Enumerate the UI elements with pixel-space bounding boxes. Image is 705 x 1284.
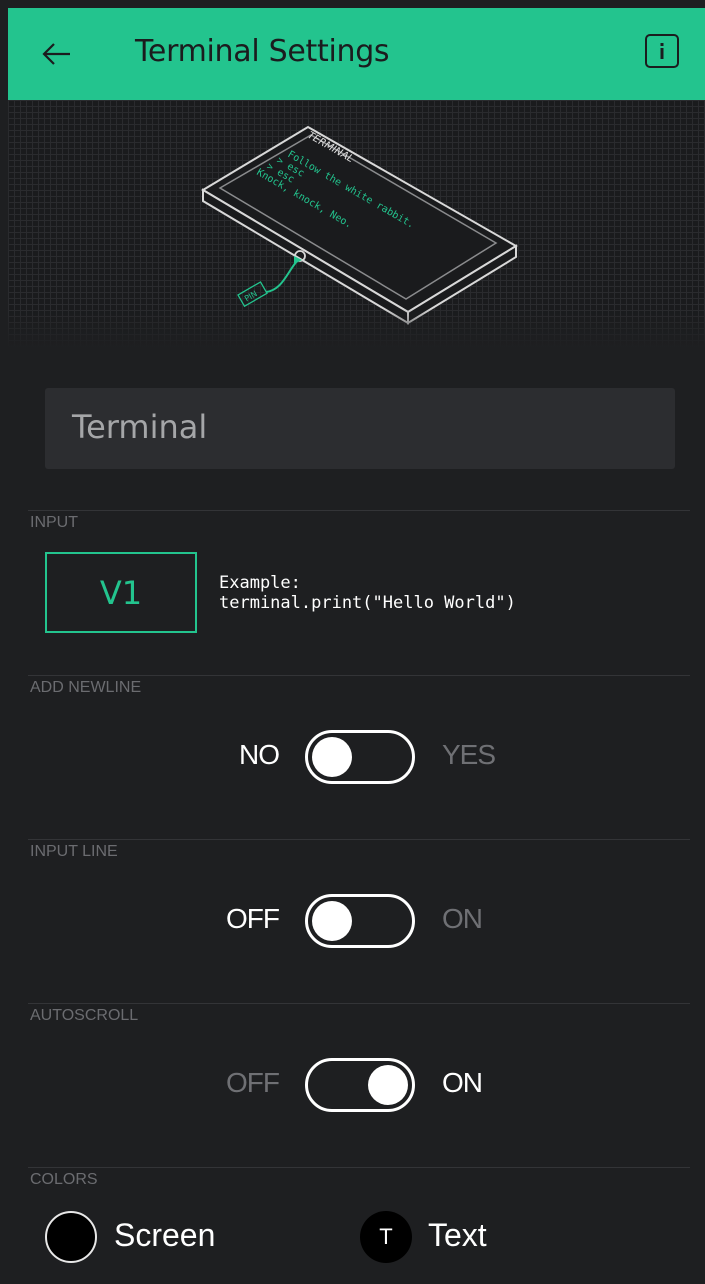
terminal-illustration: TERMINAL Follow the white rabbit. > esc …: [8, 100, 705, 348]
add-newline-row: NO YES: [0, 727, 705, 787]
divider: [28, 839, 690, 840]
autoscroll-switch[interactable]: [305, 1058, 415, 1112]
example-text: Example: terminal.print("Hello World"): [219, 573, 516, 613]
page-title: Terminal Settings: [135, 34, 390, 69]
autoscroll-on-label: ON: [442, 1067, 483, 1098]
input-line-switch[interactable]: [305, 894, 415, 948]
switch-knob: [312, 901, 352, 941]
status-bar: [0, 0, 705, 8]
info-icon: [660, 43, 664, 59]
section-label-colors: COLORS: [30, 1171, 98, 1188]
autoscroll-off-label: OFF: [226, 1067, 280, 1098]
pin-value: V1: [99, 573, 143, 612]
add-newline-off-label: NO: [239, 739, 280, 770]
autoscroll-row: OFF ON: [0, 1055, 705, 1115]
example-code: terminal.print("Hello World"): [219, 593, 516, 613]
input-line-off-label: OFF: [226, 903, 280, 934]
divider: [28, 510, 690, 511]
text-color-label: Text: [428, 1217, 487, 1253]
add-newline-switch[interactable]: [305, 730, 415, 784]
info-button[interactable]: [645, 34, 679, 68]
example-label: Example:: [219, 573, 301, 593]
divider: [28, 1003, 690, 1004]
pin-select-button[interactable]: V1: [45, 552, 197, 633]
section-label-add-newline: ADD NEWLINE: [30, 679, 142, 696]
text-swatch-letter: T: [379, 1224, 393, 1249]
divider: [28, 675, 690, 676]
screen-color-swatch[interactable]: [45, 1211, 97, 1263]
input-line-on-label: ON: [442, 903, 483, 934]
widget-name-field[interactable]: Terminal: [45, 388, 675, 469]
section-label-input: INPUT: [30, 514, 78, 531]
screen-color-label: Screen: [114, 1217, 216, 1253]
divider: [28, 1167, 690, 1168]
input-line-row: OFF ON: [0, 891, 705, 951]
section-label-input-line: INPUT LINE: [30, 843, 118, 860]
text-color-swatch[interactable]: T: [360, 1211, 412, 1263]
back-button[interactable]: [40, 38, 76, 70]
section-label-autoscroll: AUTOSCROLL: [30, 1007, 139, 1024]
app-header: Terminal Settings: [8, 8, 705, 100]
switch-knob: [312, 737, 352, 777]
arrow-left-icon: [42, 43, 70, 65]
add-newline-on-label: YES: [442, 739, 496, 770]
switch-knob: [368, 1065, 408, 1105]
